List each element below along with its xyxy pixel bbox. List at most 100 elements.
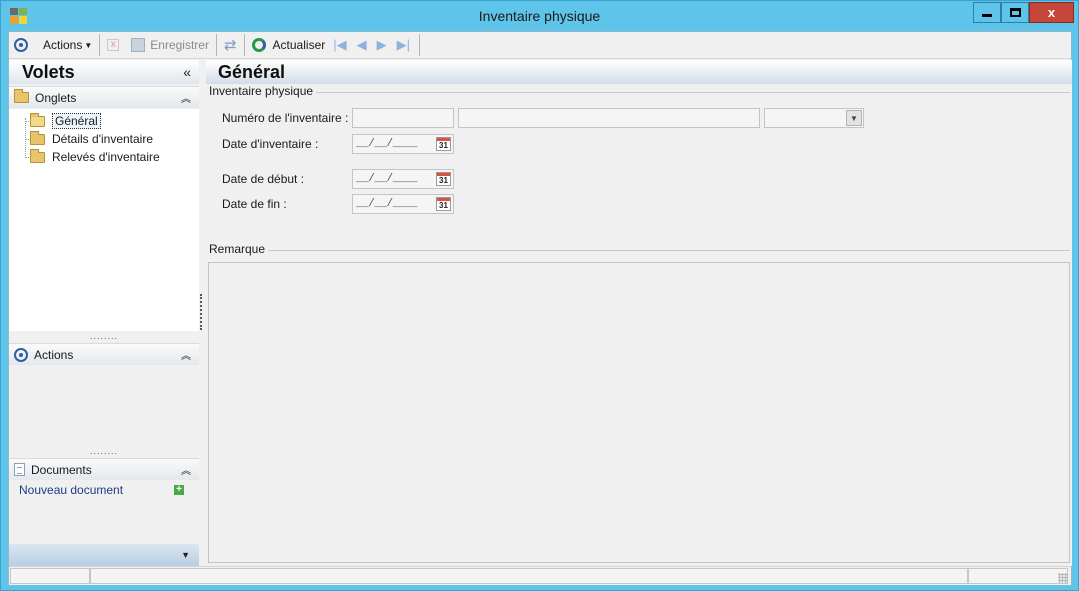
minimize-button[interactable] [973,2,1001,23]
title-bar: Inventaire physique x [1,1,1078,31]
application-window: Inventaire physique x Actions ▼ x Enregi… [0,0,1079,591]
group-title-remarque: Remarque [209,242,269,256]
date-mask: __/__/____ [356,198,418,210]
actions-pane-label: Actions [34,347,74,362]
panes-header: Volets « [9,60,199,84]
date-inventaire-input[interactable]: __/__/____ 31 [352,134,454,154]
numero-label: Numéro de l'inventaire : [222,111,349,125]
tree-item-label: Général [52,113,101,129]
date-inventaire-label: Date d'inventaire : [222,137,319,151]
toolbar-separator [215,34,217,56]
chevron-down-icon: ▼ [84,40,93,50]
status-segment [10,568,90,584]
collapse-panes-icon[interactable]: « [183,64,191,80]
window-title: Inventaire physique [478,8,601,24]
status-segment [90,568,968,584]
panes-title: Volets [22,61,75,82]
chevron-up-icon[interactable]: ︽ [181,347,191,362]
vertical-splitter[interactable] [200,294,203,330]
panes-panel: Volets « Onglets ︽ Général Détails d'inv… [9,60,199,566]
chevron-down-icon[interactable]: ▼ [846,110,862,126]
numero-input[interactable] [352,108,454,128]
sync-icon: ⇄ [223,37,237,54]
onglets-pane-body: Général Détails d'inventaire Relevés d'i… [9,109,199,331]
date-mask: __/__/____ [356,173,418,185]
toolbar: Actions ▼ x Enregistrer ⇄ Actualiser |◀ … [9,32,1071,59]
calendar-icon[interactable]: 31 [436,197,451,211]
documents-pane-label: Documents [31,462,92,477]
folder-icon [14,89,29,103]
maximize-icon [1009,8,1021,17]
previous-record-icon[interactable]: ◀ [357,37,367,53]
client-area: Actions ▼ x Enregistrer ⇄ Actualiser |◀ … [8,31,1072,585]
onglets-pane-header[interactable]: Onglets ︽ [9,86,199,108]
delete-icon: x [107,39,120,51]
resize-grip-icon[interactable] [1058,573,1068,583]
close-button[interactable]: x [1029,2,1074,23]
tabs-tree: Général Détails d'inventaire Relevés d'i… [20,112,160,166]
group-divider [266,250,1070,251]
group-title-inventaire: Inventaire physique [209,84,317,98]
save-label: Enregistrer [150,38,209,52]
main-content: Général Inventaire physique Numéro de l'… [206,60,1072,566]
actions-pane-header[interactable]: Actions ︽ [9,343,199,365]
toolbar-separator [418,34,420,56]
calendar-icon[interactable]: 31 [436,172,451,186]
folder-open-icon [30,112,45,127]
maximize-button[interactable] [1001,2,1029,23]
date-debut-input[interactable]: __/__/____ 31 [352,169,454,189]
pane-splitter[interactable]: ........ [9,447,199,456]
tree-item-general[interactable]: Général [20,112,160,130]
calendar-icon[interactable]: 31 [436,137,451,151]
tree-item-label: Détails d'inventaire [52,132,154,146]
chevron-up-icon[interactable]: ︽ [181,90,191,105]
date-fin-input[interactable]: __/__/____ 31 [352,194,454,214]
actions-menu-button[interactable]: Actions ▼ [11,34,95,56]
save-icon [131,38,146,52]
remarque-textarea[interactable] [208,262,1070,563]
toolbar-separator [243,34,245,56]
add-icon[interactable]: + [174,485,184,495]
actions-pane-body [9,365,199,447]
folder-icon [30,130,45,145]
group-divider [306,92,1070,93]
chevron-up-icon[interactable]: ︽ [181,462,191,477]
sync-button[interactable]: ⇄ [221,34,240,56]
status-select[interactable]: ▼ [764,108,864,128]
document-icon [14,463,25,476]
minimize-icon [982,14,992,17]
save-button[interactable]: Enregistrer [128,34,212,56]
first-record-icon[interactable]: |◀ [333,37,346,53]
panes-footer[interactable]: ▼ [9,544,199,566]
onglets-pane-label: Onglets [35,90,77,105]
status-bar [9,566,1071,585]
tree-item-label: Relevés d'inventaire [52,150,160,164]
date-fin-label: Date de fin : [222,197,287,211]
last-record-icon[interactable]: ▶| [397,37,410,53]
date-mask: __/__/____ [356,138,418,150]
folder-icon [30,148,45,163]
documents-pane-header[interactable]: Documents ︽ [9,458,199,480]
delete-button[interactable]: x [104,34,122,56]
refresh-label: Actualiser [272,38,326,52]
date-debut-label: Date de début : [222,172,305,186]
actions-menu-label: Actions [43,38,83,52]
close-icon: x [1047,5,1056,20]
tree-item-details-inventaire[interactable]: Détails d'inventaire [20,130,160,148]
pane-splitter[interactable]: ........ [9,332,199,341]
actions-ring-icon [14,38,28,52]
refresh-button[interactable]: Actualiser [249,34,329,56]
calendar-day: 31 [439,201,448,210]
new-document-link[interactable]: Nouveau document [19,483,123,497]
main-header: Général [206,60,1072,84]
tree-item-releves-inventaire[interactable]: Relevés d'inventaire [20,148,160,166]
actions-ring-icon [14,347,28,362]
next-record-icon[interactable]: ▶ [377,37,387,53]
calendar-day: 31 [439,141,448,150]
toolbar-separator [99,34,101,56]
refresh-icon [251,38,266,52]
page-title: Général [218,61,286,82]
status-segment [968,568,1068,584]
chevron-down-icon[interactable]: ▼ [181,550,190,560]
description-input[interactable] [458,108,760,128]
